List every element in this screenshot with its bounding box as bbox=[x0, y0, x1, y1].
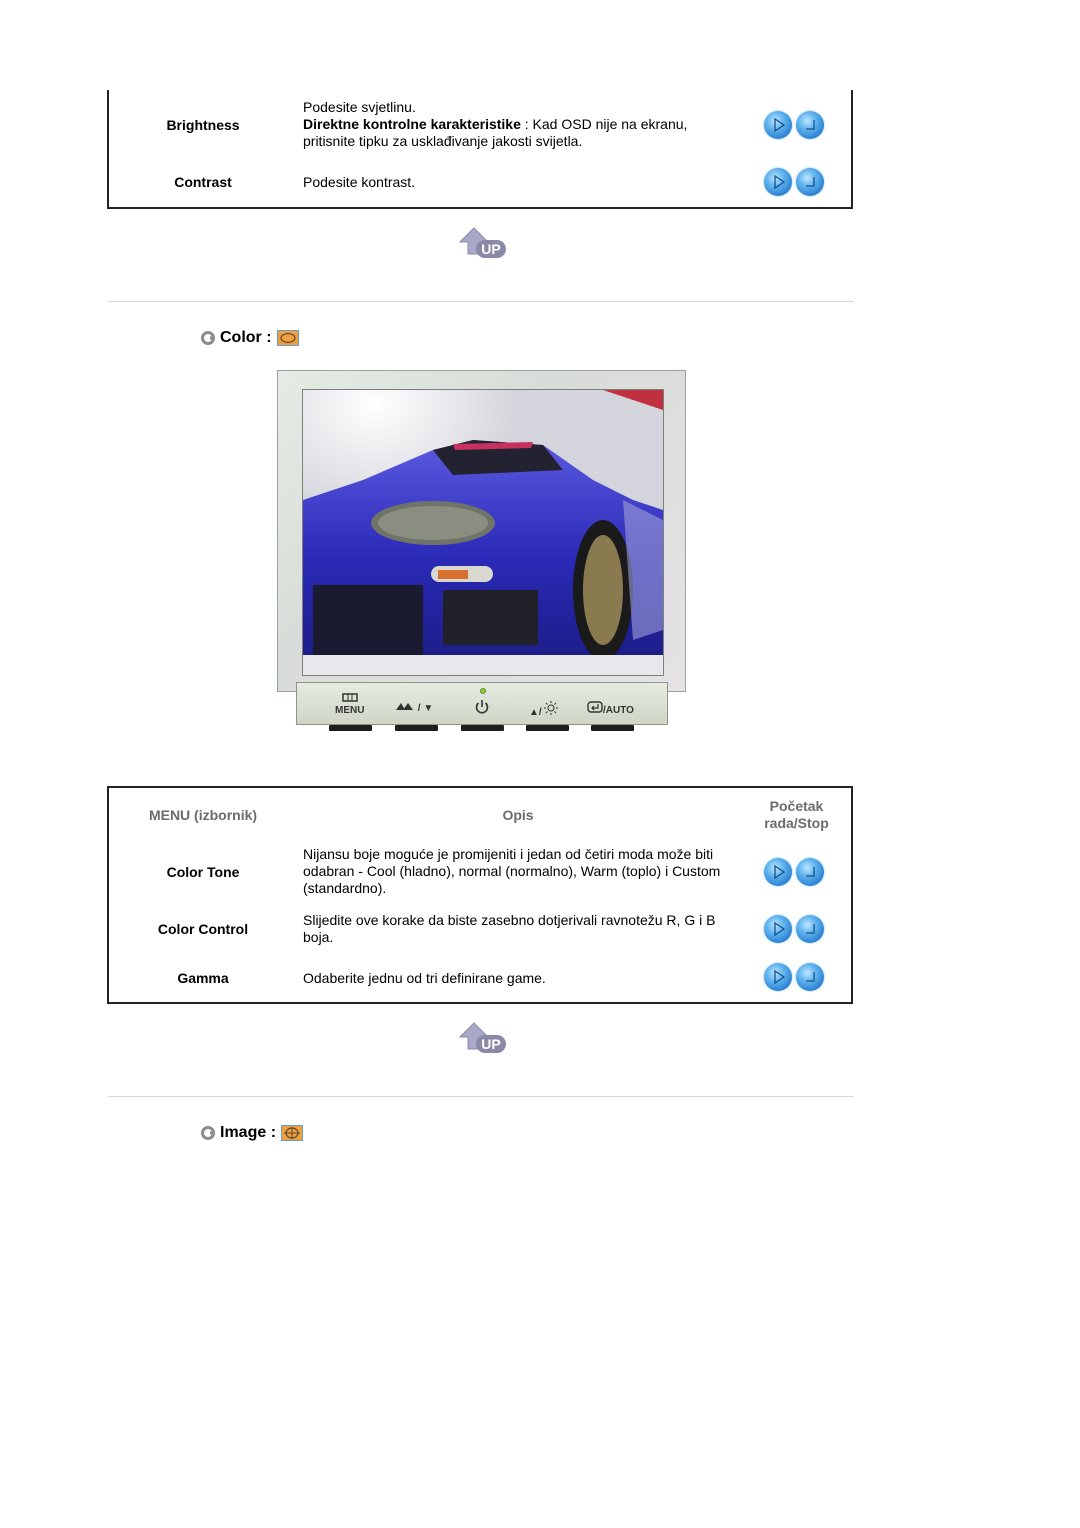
section-divider bbox=[108, 1096, 854, 1097]
menu-item-name: Color Control bbox=[157, 921, 249, 937]
stop-orb-icon[interactable] bbox=[796, 111, 824, 139]
menu-item-name: Color Tone bbox=[166, 864, 240, 880]
up-arrow-icon: UP bbox=[458, 1022, 506, 1053]
section-title-label: Color : bbox=[220, 329, 272, 346]
up-label: UP bbox=[481, 241, 500, 257]
bullet-arrow-icon bbox=[201, 1126, 215, 1140]
menu-item-description: Nijansu boje moguće je promijeniti i jed… bbox=[303, 846, 721, 896]
stop-orb-icon[interactable] bbox=[796, 168, 824, 196]
bullet-arrow-icon bbox=[201, 331, 215, 345]
up-brightness-button[interactable]: ▲/ bbox=[529, 701, 559, 718]
play-orb-icon[interactable] bbox=[764, 858, 792, 886]
play-orb-icon[interactable] bbox=[764, 168, 792, 196]
monitor-control-panel: MENU / ▼ ▲/ /AUTO bbox=[296, 682, 668, 725]
menu-item-name: Gamma bbox=[177, 970, 229, 986]
magicbright-icon bbox=[396, 703, 413, 710]
play-orb-icon[interactable] bbox=[764, 915, 792, 943]
stop-orb-icon[interactable] bbox=[796, 858, 824, 886]
menu-button[interactable]: MENU bbox=[335, 693, 364, 716]
enter-icon bbox=[587, 701, 603, 713]
desc-line: Podesite svjetlinu. bbox=[303, 99, 416, 115]
menu-button-label: MENU bbox=[335, 705, 365, 716]
car-photo bbox=[303, 390, 663, 675]
panel-key bbox=[461, 725, 504, 731]
column-header-menu: MENU (izbornik) bbox=[148, 807, 258, 823]
section-title-image: Image : bbox=[201, 1124, 304, 1142]
play-orb-icon[interactable] bbox=[764, 963, 792, 991]
menu-icon bbox=[341, 693, 358, 702]
color-settings-table: MENU (izbornik) Opis Početak rada/Stop C… bbox=[107, 786, 853, 1004]
picture-settings-table: Brightness Podesite svjetlinu. Direktne … bbox=[107, 90, 853, 209]
menu-item-description: Slijedite ove korake da biste zasebno do… bbox=[303, 912, 716, 945]
panel-key bbox=[395, 725, 438, 731]
panel-key bbox=[329, 725, 372, 731]
stop-orb-icon[interactable] bbox=[796, 915, 824, 943]
monitor-illustration bbox=[277, 370, 686, 692]
up-label: UP bbox=[481, 1036, 500, 1052]
section-divider bbox=[108, 301, 854, 302]
up-brightness-label: ▲/ bbox=[529, 707, 542, 718]
enter-auto-label: /AUTO bbox=[603, 705, 634, 716]
section-title-color: Color : bbox=[201, 329, 299, 347]
brightness-icon bbox=[544, 701, 559, 715]
menu-item-description: Odaberite jednu od tri definirane game. bbox=[303, 970, 546, 986]
panel-key bbox=[591, 725, 634, 731]
enter-auto-button[interactable]: /AUTO bbox=[587, 701, 634, 716]
panel-key bbox=[526, 725, 569, 731]
color-osd-icon bbox=[276, 330, 299, 346]
play-orb-icon[interactable] bbox=[764, 111, 792, 139]
play-stop-buttons bbox=[764, 168, 828, 198]
up-link[interactable]: UP bbox=[458, 226, 508, 262]
monitor-screen-image bbox=[302, 389, 664, 676]
menu-item-description: Podesite svjetlinu. Direktne kontrolne k… bbox=[303, 99, 733, 150]
power-icon bbox=[475, 700, 489, 714]
play-stop-buttons bbox=[764, 858, 828, 888]
column-header-action: Početak rada/Stop bbox=[764, 798, 829, 831]
magicbright-down-label: / ▼ bbox=[417, 703, 434, 714]
column-header-desc: Opis bbox=[502, 807, 534, 823]
image-osd-icon bbox=[281, 1125, 304, 1141]
power-button[interactable] bbox=[474, 699, 490, 718]
section-title-label: Image : bbox=[220, 1124, 277, 1141]
play-stop-buttons bbox=[764, 915, 828, 945]
magicbright-down-button[interactable]: / ▼ bbox=[395, 701, 433, 714]
menu-item-name: Brightness bbox=[166, 117, 240, 133]
menu-item-description: Podesite kontrast. bbox=[303, 174, 416, 190]
up-link[interactable]: UP bbox=[458, 1021, 508, 1057]
up-arrow-icon: UP bbox=[458, 227, 506, 258]
play-stop-buttons bbox=[764, 963, 828, 993]
stop-orb-icon[interactable] bbox=[796, 963, 824, 991]
play-stop-buttons bbox=[764, 111, 828, 141]
power-led-indicator bbox=[480, 688, 486, 694]
menu-item-name: Contrast bbox=[174, 174, 232, 190]
desc-bold: Direktne kontrolne karakteristike bbox=[303, 116, 521, 132]
